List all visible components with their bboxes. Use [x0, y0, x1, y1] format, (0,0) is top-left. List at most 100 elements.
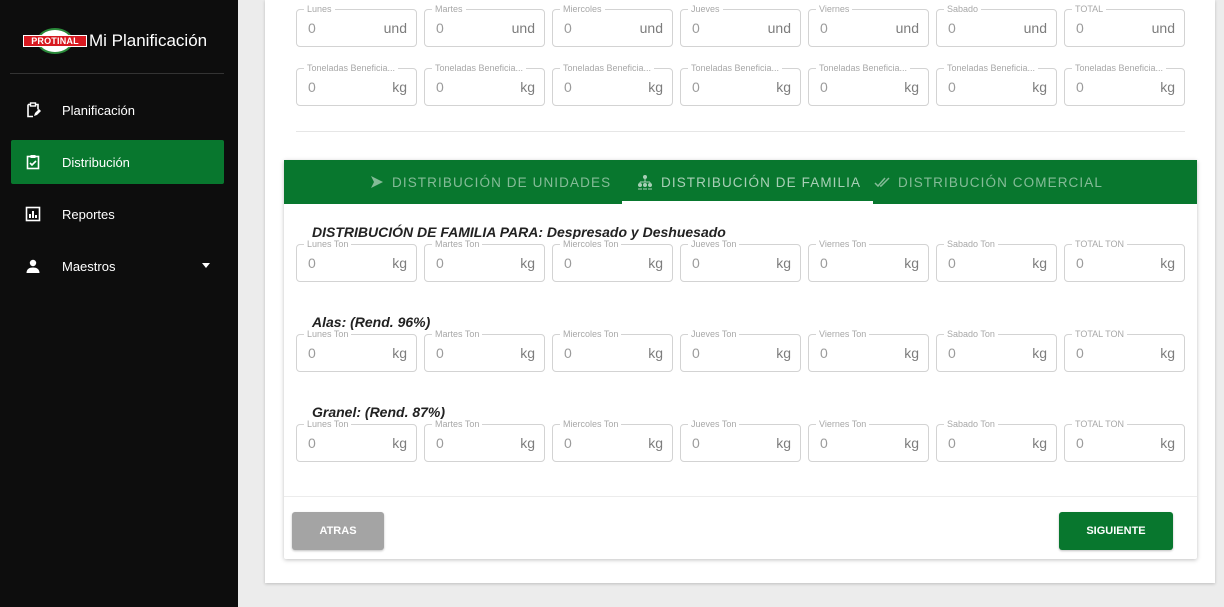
- units-martes-field[interactable]: Martes 0 und: [424, 4, 545, 47]
- alas-lunes-field[interactable]: Lunes Ton 0 kg: [296, 329, 417, 372]
- field-unit: und: [511, 20, 535, 36]
- tonnage-lunes-field[interactable]: Toneladas Beneficia... 0 kg: [296, 63, 417, 106]
- protinal-logo: PROTINAL: [23, 28, 87, 54]
- alas-total-field[interactable]: TOTAL TON 0 kg: [1064, 329, 1185, 372]
- back-button[interactable]: ATRAS: [292, 512, 384, 550]
- field-label: TOTAL TON: [1072, 329, 1128, 339]
- tonnage-total-field[interactable]: Toneladas Beneficia... 0 kg: [1064, 63, 1185, 106]
- alas-sabado-field[interactable]: Sabado Ton 0 kg: [936, 329, 1057, 372]
- field-unit: kg: [520, 345, 535, 361]
- field-unit: kg: [648, 79, 663, 95]
- field-label: Toneladas Beneficia...: [1072, 63, 1167, 73]
- sidebar-item-maestros[interactable]: Maestros: [11, 244, 224, 288]
- despresado-sabado-field[interactable]: Sabado Ton 0 kg: [936, 239, 1057, 282]
- field-label: Martes Ton: [432, 329, 483, 339]
- field-label: TOTAL TON: [1072, 419, 1128, 429]
- units-viernes-field[interactable]: Viernes 0 und: [808, 4, 929, 47]
- field-label: Viernes Ton: [816, 239, 870, 249]
- sidebar-item-reportes[interactable]: Reportes: [11, 192, 224, 236]
- alas-martes-field[interactable]: Martes Ton 0 kg: [424, 329, 545, 372]
- family-section-title: Granel: (Rend. 87%): [312, 404, 446, 420]
- units-miercoles-field[interactable]: Miercoles 0 und: [552, 4, 673, 47]
- granel-martes-field[interactable]: Martes Ton 0 kg: [424, 419, 545, 462]
- sidebar-divider: [10, 73, 224, 74]
- next-button[interactable]: SIGUIENTE: [1059, 512, 1173, 550]
- sidebar-item-planificacion[interactable]: Planificación: [11, 88, 224, 132]
- field-label: Jueves Ton: [688, 329, 740, 339]
- tab-label: DISTRIBUCIÓN COMERCIAL: [898, 174, 1103, 190]
- tonnage-jueves-field[interactable]: Toneladas Beneficia... 0 kg: [680, 63, 801, 106]
- units-lunes-field[interactable]: Lunes 0 und: [296, 4, 417, 47]
- units-sabado-field[interactable]: Sabado 0 und: [936, 4, 1057, 47]
- field-value: 0: [308, 20, 316, 36]
- tab-distribucion-comercial[interactable]: DISTRIBUCIÓN COMERCIAL: [874, 160, 1103, 204]
- tonnage-viernes-field[interactable]: Toneladas Beneficia... 0 kg: [808, 63, 929, 106]
- alas-viernes-field[interactable]: Viernes Ton 0 kg: [808, 329, 929, 372]
- field-unit: kg: [776, 345, 791, 361]
- despresado-total-field[interactable]: TOTAL TON 0 kg: [1064, 239, 1185, 282]
- field-label: Viernes: [816, 4, 853, 14]
- field-value: 0: [1076, 79, 1084, 95]
- granel-total-field[interactable]: TOTAL TON 0 kg: [1064, 419, 1185, 462]
- field-value: 0: [564, 435, 572, 451]
- despresado-viernes-field[interactable]: Viernes Ton 0 kg: [808, 239, 929, 282]
- field-value: 0: [948, 435, 956, 451]
- field-value: 0: [436, 79, 444, 95]
- field-unit: kg: [392, 79, 407, 95]
- field-unit: kg: [1032, 79, 1047, 95]
- field-label: Martes Ton: [432, 419, 483, 429]
- despresado-martes-field[interactable]: Martes Ton 0 kg: [424, 239, 545, 282]
- chevron-down-icon: [202, 263, 210, 268]
- field-unit: kg: [904, 435, 919, 451]
- field-value: 0: [564, 255, 572, 271]
- alas-miercoles-field[interactable]: Miercoles Ton 0 kg: [552, 329, 673, 372]
- field-value: 0: [564, 345, 572, 361]
- field-value: 0: [692, 79, 700, 95]
- despresado-lunes-field[interactable]: Lunes Ton 0 kg: [296, 239, 417, 282]
- sidebar-item-label: Maestros: [62, 258, 116, 274]
- field-unit: und: [895, 20, 919, 36]
- field-label: Sabado Ton: [944, 419, 998, 429]
- field-unit: und: [1023, 20, 1047, 36]
- field-value: 0: [820, 255, 828, 271]
- field-label: Sabado: [944, 4, 982, 14]
- granel-lunes-field[interactable]: Lunes Ton 0 kg: [296, 419, 417, 462]
- field-value: 0: [820, 435, 828, 451]
- granel-viernes-field[interactable]: Viernes Ton 0 kg: [808, 419, 929, 462]
- field-unit: kg: [1032, 435, 1047, 451]
- tab-label: DISTRIBUCIÓN DE UNIDADES: [392, 174, 612, 190]
- field-label: Sabado Ton: [944, 239, 998, 249]
- tab-bar: DISTRIBUCIÓN DE UNIDADES DISTRIBUCIÓN DE…: [284, 160, 1197, 204]
- field-unit: und: [383, 20, 407, 36]
- field-label: Martes Ton: [432, 239, 483, 249]
- alas-jueves-field[interactable]: Jueves Ton 0 kg: [680, 329, 801, 372]
- field-value: 0: [692, 435, 700, 451]
- tab-label: DISTRIBUCIÓN DE FAMILIA: [661, 174, 862, 190]
- sidebar-item-distribucion[interactable]: Distribución: [11, 140, 224, 184]
- field-value: 0: [436, 255, 444, 271]
- granel-miercoles-field[interactable]: Miercoles Ton 0 kg: [552, 419, 673, 462]
- tab-distribucion-familia[interactable]: DISTRIBUCIÓN DE FAMILIA: [637, 160, 861, 204]
- family-section-title: Alas: (Rend. 96%): [312, 314, 431, 330]
- field-label: Viernes Ton: [816, 329, 870, 339]
- tonnage-martes-field[interactable]: Toneladas Beneficia... 0 kg: [424, 63, 545, 106]
- tonnage-miercoles-field[interactable]: Toneladas Beneficia... 0 kg: [552, 63, 673, 106]
- field-unit: kg: [1160, 79, 1175, 95]
- despresado-miercoles-field[interactable]: Miercoles Ton 0 kg: [552, 239, 673, 282]
- field-label: Toneladas Beneficia...: [688, 63, 783, 73]
- section-divider: [296, 131, 1185, 132]
- tab-distribucion-unidades[interactable]: DISTRIBUCIÓN DE UNIDADES: [370, 160, 611, 204]
- despresado-jueves-field[interactable]: Jueves Ton 0 kg: [680, 239, 801, 282]
- brand[interactable]: PROTINAL Mi Planificación: [23, 28, 207, 54]
- granel-sabado-field[interactable]: Sabado Ton 0 kg: [936, 419, 1057, 462]
- units-jueves-field[interactable]: Jueves 0 und: [680, 4, 801, 47]
- tonnage-sabado-field[interactable]: Toneladas Beneficia... 0 kg: [936, 63, 1057, 106]
- field-value: 0: [948, 345, 956, 361]
- field-label: Viernes Ton: [816, 419, 870, 429]
- field-label: Lunes Ton: [304, 419, 352, 429]
- field-unit: und: [1151, 20, 1175, 36]
- field-value: 0: [1076, 20, 1084, 36]
- units-total-field[interactable]: TOTAL 0 und: [1064, 4, 1185, 47]
- field-value: 0: [692, 255, 700, 271]
- granel-jueves-field[interactable]: Jueves Ton 0 kg: [680, 419, 801, 462]
